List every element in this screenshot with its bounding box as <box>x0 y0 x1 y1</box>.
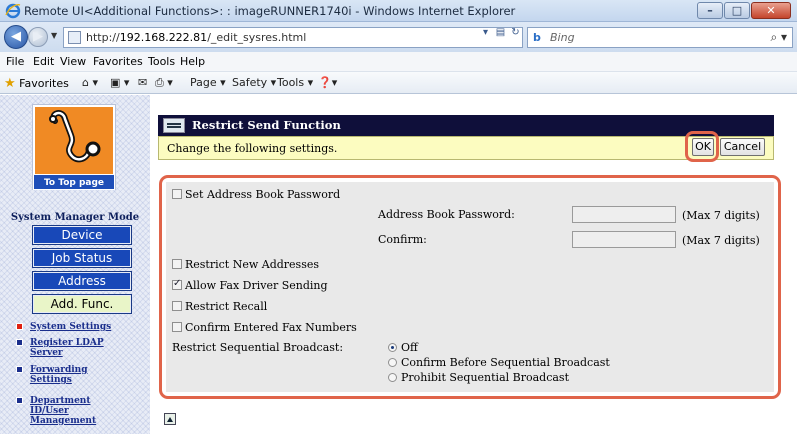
menu-edit[interactable]: Edit <box>33 55 54 68</box>
link-department-id-user-management[interactable]: Department ID/User Management <box>16 396 106 426</box>
mail-icon[interactable]: ✉ <box>138 76 147 89</box>
url-text: http://192.168.222.81/_edit_sysres.html <box>86 31 307 44</box>
back-to-top-icon[interactable] <box>164 413 176 425</box>
max-digits-hint: (Max 7 digits) <box>682 234 760 247</box>
nav-add-func[interactable]: Add. Func. <box>33 295 131 313</box>
favorites-bar: ★ Favorites ⌂ ▾ ▣ ▾ ✉ ⎙ ▾ Page ▾ Safety … <box>0 72 797 94</box>
sidebar: To Top page System Manager Mode Device J… <box>0 95 150 434</box>
home-icon[interactable]: ⌂ ▾ <box>82 76 98 89</box>
favorites-button[interactable]: ★ Favorites <box>4 76 69 91</box>
send-function-icon <box>163 118 185 133</box>
forward-button[interactable]: ▶ <box>28 27 48 47</box>
star-icon: ★ <box>4 76 16 91</box>
bullet-icon <box>16 397 23 404</box>
page-content: To Top page System Manager Mode Device J… <box>0 95 797 434</box>
radio-selected-icon <box>388 343 397 352</box>
maximize-icon: □ <box>731 4 743 17</box>
confirm-entered-fax-numbers-checkbox[interactable]: Confirm Entered Fax Numbers <box>172 321 357 334</box>
remote-ui-logo-icon <box>49 110 101 163</box>
menu-tools[interactable]: Tools <box>148 55 175 68</box>
window-title: Remote UI<Additional Functions>: : image… <box>24 4 516 18</box>
page-menu[interactable]: Page ▾ <box>190 76 226 89</box>
notice-bar: Change the following settings. <box>158 136 774 160</box>
print-icon[interactable]: ⎙ ▾ <box>155 76 173 90</box>
nav-job-status[interactable]: Job Status <box>33 249 131 267</box>
main-panel: Restrict Send Function Change the follow… <box>150 95 797 434</box>
checkbox-icon <box>172 259 182 269</box>
menu-favorites[interactable]: Favorites <box>93 55 143 68</box>
ok-button[interactable]: OK <box>692 138 714 156</box>
radio-prohibit-sequential-broadcast[interactable]: Prohibit Sequential Broadcast <box>388 371 569 384</box>
search-icon[interactable]: ⌕ ▾ <box>770 30 787 45</box>
radio-off[interactable]: Off <box>388 341 418 354</box>
address-book-password-field[interactable] <box>572 206 676 223</box>
max-digits-hint: (Max 7 digits) <box>682 209 760 222</box>
restrict-recall-checkbox[interactable]: Restrict Recall <box>172 300 267 313</box>
link-system-settings[interactable]: System Settings <box>16 322 111 332</box>
internet-explorer-icon <box>5 3 21 19</box>
nav-address[interactable]: Address <box>33 272 131 290</box>
minimize-button[interactable]: – <box>697 2 723 19</box>
bullet-icon <box>16 339 23 346</box>
confirm-label: Confirm: <box>378 233 427 246</box>
tools-menu[interactable]: Tools ▾ <box>277 76 313 89</box>
page-title: Restrict Send Function <box>192 118 341 132</box>
set-address-book-password-checkbox[interactable]: Set Address Book Password <box>172 188 340 201</box>
minimize-icon: – <box>707 4 713 17</box>
address-toolbar: ◀ ▶ ▼ http://192.168.222.81/_edit_sysres… <box>0 22 797 52</box>
allow-fax-driver-sending-checkbox[interactable]: Allow Fax Driver Sending <box>172 278 328 292</box>
radio-confirm-before-sequential-broadcast[interactable]: Confirm Before Sequential Broadcast <box>388 356 610 369</box>
menu-file[interactable]: File <box>6 55 24 68</box>
url-dropdown-icon[interactable]: ▾ <box>478 25 493 40</box>
help-icon[interactable]: ❓▾ <box>318 76 337 89</box>
section-header: Restrict Send Function <box>158 115 774 136</box>
settings-panel: Set Address Book Password Address Book P… <box>166 182 774 392</box>
history-dropdown-icon[interactable]: ▼ <box>51 31 57 40</box>
bing-icon: b <box>533 31 541 44</box>
menu-help[interactable]: Help <box>180 55 205 68</box>
mode-label: System Manager Mode <box>10 212 140 223</box>
feeds-icon[interactable]: ▣ ▾ <box>110 76 129 89</box>
window-titlebar: Remote UI<Additional Functions>: : image… <box>0 0 797 22</box>
menu-bar: File Edit View Favorites Tools Help <box>0 52 797 72</box>
close-window-button[interactable]: ✕ <box>751 2 791 19</box>
confirm-password-field[interactable] <box>572 231 676 248</box>
back-arrow-icon: ◀ <box>11 29 21 44</box>
safety-menu[interactable]: Safety ▾ <box>232 76 276 89</box>
search-input[interactable]: b Bing ⌕ ▾ <box>527 27 793 48</box>
search-placeholder: Bing <box>550 31 575 44</box>
sequential-broadcast-label: Restrict Sequential Broadcast: <box>172 341 344 354</box>
menu-view[interactable]: View <box>60 55 86 68</box>
notice-text: Change the following settings. <box>167 142 338 155</box>
checkbox-checked-icon <box>172 278 182 290</box>
radio-icon <box>388 373 397 382</box>
restrict-new-addresses-checkbox[interactable]: Restrict New Addresses <box>172 258 319 271</box>
cancel-button[interactable]: Cancel <box>720 138 765 156</box>
back-button[interactable]: ◀ <box>4 25 28 49</box>
refresh-icon[interactable]: ↻ <box>508 25 523 40</box>
current-page-bullet-icon <box>16 323 23 330</box>
to-top-page-link[interactable]: To Top page <box>33 174 115 190</box>
radio-icon <box>388 358 397 367</box>
link-register-ldap-server[interactable]: Register LDAP Server <box>16 338 136 358</box>
forward-arrow-icon: ▶ <box>33 29 43 44</box>
nav-device[interactable]: Device <box>33 226 131 244</box>
link-forwarding-settings[interactable]: Forwarding Settings <box>16 365 126 385</box>
close-icon: ✕ <box>766 4 776 17</box>
url-input[interactable]: http://192.168.222.81/_edit_sysres.html <box>63 27 523 48</box>
address-book-password-label: Address Book Password: <box>378 208 515 221</box>
settings-highlight: Set Address Book Password Address Book P… <box>159 175 781 399</box>
maximize-button[interactable]: □ <box>724 2 750 19</box>
checkbox-icon <box>172 189 182 199</box>
compatibility-view-icon[interactable]: ▤ <box>493 25 508 40</box>
checkbox-icon <box>172 301 182 311</box>
checkbox-icon <box>172 322 182 332</box>
bullet-icon <box>16 366 23 373</box>
page-icon <box>68 31 81 44</box>
